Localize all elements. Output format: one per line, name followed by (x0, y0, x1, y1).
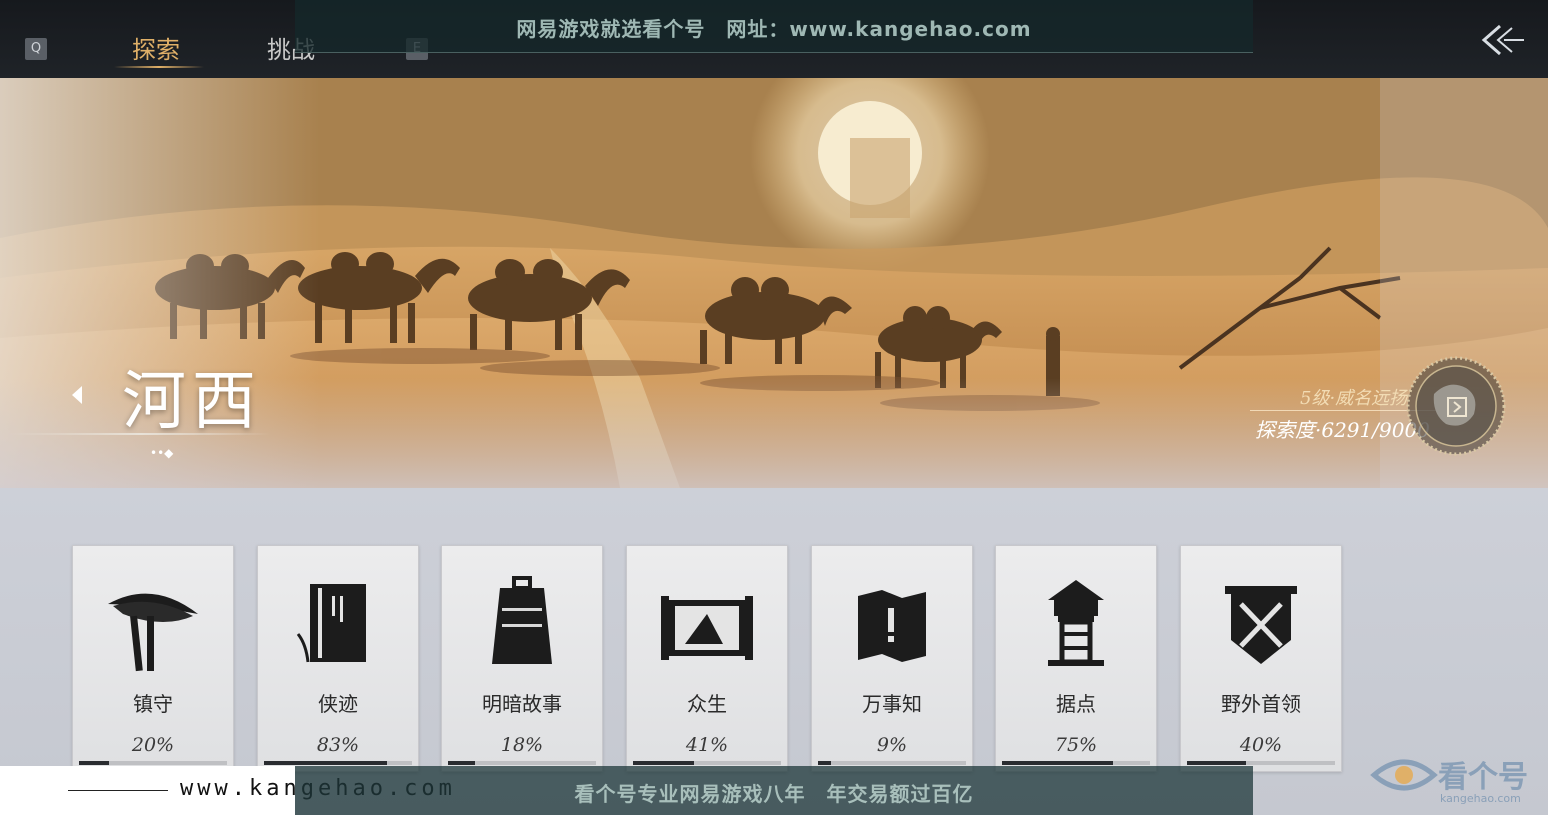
card-progress-bar (1187, 761, 1335, 765)
url-divider (68, 790, 168, 791)
card-progress-fill (818, 761, 832, 765)
tab-underline (114, 66, 204, 68)
card-progress-fill (448, 761, 475, 765)
card-percent: 18% (500, 734, 544, 756)
back-arrow-icon[interactable] (1478, 20, 1528, 60)
card-progress-fill (633, 761, 694, 765)
card-label: 据点 (1056, 692, 1096, 716)
hat-sword-icon (108, 593, 198, 672)
watermark-bottom-banner: 看个号专业网易游戏八年 年交易额过百亿 (295, 766, 1253, 815)
key-hint-q: Q (25, 38, 47, 60)
logo-subtext: kangehao.com (1440, 792, 1521, 805)
watermark-top-text: 网易游戏就选看个号 网址：www.kangehao.com (516, 17, 1032, 41)
card-label: 明暗故事 (482, 692, 562, 716)
card-hidden-stories[interactable]: 明暗故事 18% (441, 545, 603, 772)
card-percent: 40% (1239, 734, 1283, 756)
card-progress-fill (264, 761, 387, 765)
card-percent: 41% (685, 734, 729, 756)
card-percent: 20% (131, 734, 175, 756)
logo-text: 看个号 (1438, 760, 1528, 795)
card-all-beings[interactable]: 众生 41% (626, 545, 788, 772)
card-label: 众生 (687, 692, 727, 716)
card-percent: 83% (316, 734, 360, 756)
painting-scroll-icon (661, 596, 753, 660)
card-progress-bar (79, 761, 227, 765)
card-progress-fill (1187, 761, 1247, 765)
card-progress-bar (264, 761, 412, 765)
card-progress-fill (1002, 761, 1113, 765)
card-garrison[interactable]: 镇守 20% (72, 545, 234, 772)
region-level: 5级·威名远扬 (1300, 388, 1408, 409)
crossed-swords-banner-icon (1225, 586, 1297, 664)
map-book-icon (858, 590, 926, 662)
card-label: 侠迹 (318, 692, 358, 716)
card-percent: 9% (876, 734, 908, 756)
card-hero-trail[interactable]: 侠迹 83% (257, 545, 419, 772)
region-page-dots: ••◆ (150, 446, 174, 460)
region-divider (10, 433, 270, 435)
card-percent: 75% (1054, 734, 1098, 756)
card-progress-bar (448, 761, 596, 765)
watermark-top-banner: 网易游戏就选看个号 网址：www.kangehao.com (295, 0, 1253, 53)
prev-region-arrow-icon[interactable] (70, 384, 84, 406)
region-name: 河西 (122, 365, 262, 439)
watermark-bottom-text: 看个号专业网易游戏八年 年交易额过百亿 (574, 782, 974, 806)
card-label: 万事知 (862, 692, 922, 716)
card-progress-fill (79, 761, 109, 765)
card-label: 镇守 (133, 692, 173, 716)
card-field-boss[interactable]: 野外首领 40% (1180, 545, 1342, 772)
card-label: 野外首领 (1221, 692, 1301, 716)
card-stronghold[interactable]: 据点 75% (995, 545, 1157, 772)
card-all-knowing[interactable]: 万事知 9% (811, 545, 973, 772)
card-progress-bar (818, 761, 966, 765)
card-progress-bar (1002, 761, 1150, 765)
scroll-book-icon (296, 584, 366, 663)
watchtower-icon (1048, 580, 1104, 666)
region-map-emblem-icon[interactable] (1404, 354, 1508, 458)
card-progress-bar (633, 761, 781, 765)
tab-explore[interactable]: 探索 (132, 30, 180, 65)
bell-icon (492, 576, 552, 664)
